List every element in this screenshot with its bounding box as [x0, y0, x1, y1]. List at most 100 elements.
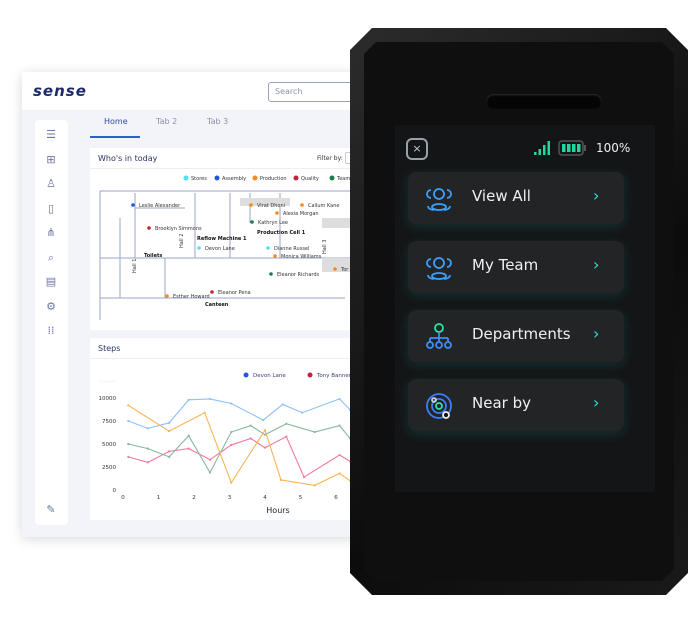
- whos-in-today-card: Who's in today Filter by: Stores Assembly…: [90, 148, 390, 330]
- person-marker: [147, 226, 151, 230]
- legend-label: Devon Lane: [253, 373, 286, 379]
- y-tick-label: 0: [113, 488, 117, 494]
- legend-label: Tony Banner: [316, 373, 352, 379]
- legend-dot: [252, 175, 258, 181]
- report-icon[interactable]: ▤: [43, 275, 59, 289]
- user-icon[interactable]: ♙: [43, 177, 59, 191]
- data-point: [187, 434, 190, 437]
- chevron-right-icon: ›: [593, 186, 600, 205]
- y-tick-label: 7500: [102, 419, 116, 425]
- data-point: [187, 398, 190, 401]
- tab-2[interactable]: Tab 2: [156, 117, 177, 126]
- device-screen: × 100% View All › My Team › Departments …: [395, 125, 655, 492]
- person-name: Tor: [340, 267, 349, 273]
- floor-plan: Stores Assembly Production Quality Team Toile…: [99, 175, 362, 320]
- folder-search-icon[interactable]: ⌕: [43, 251, 59, 265]
- hierarchy-icon[interactable]: ⋔: [43, 226, 59, 240]
- person-name: Alexia Morgan: [283, 211, 319, 217]
- person-marker: [197, 246, 201, 250]
- y-tick-label: 2500: [102, 465, 116, 471]
- data-point: [146, 461, 149, 464]
- person-marker: [250, 220, 254, 224]
- my-team-button[interactable]: My Team ›: [408, 241, 624, 293]
- data-point: [127, 442, 130, 446]
- radar-icon: [426, 393, 452, 419]
- active-tab-indicator: [90, 136, 140, 138]
- data-point: [263, 429, 267, 432]
- gear-icon[interactable]: ⚙: [43, 300, 59, 314]
- x-axis-label: Hours: [266, 506, 289, 515]
- team-icon: [426, 257, 452, 280]
- tablet-icon[interactable]: ▯: [43, 202, 59, 216]
- legend-label: Assembly: [222, 176, 246, 182]
- area-label: Canteen: [205, 302, 229, 308]
- person-marker: [210, 290, 214, 294]
- legend-dot: [329, 175, 335, 181]
- data-point: [146, 427, 149, 430]
- menu-label: Departments: [472, 325, 571, 343]
- data-point: [313, 430, 316, 434]
- area-label: Hall 2: [179, 234, 185, 248]
- tab-home[interactable]: Home: [104, 117, 128, 126]
- legend-dot: [293, 175, 299, 181]
- tab-3[interactable]: Tab 3: [207, 117, 228, 126]
- x-tick-label: 1: [157, 495, 161, 501]
- data-point: [127, 419, 130, 423]
- data-point: [279, 478, 283, 481]
- apps-icon[interactable]: ⁞⁞: [43, 324, 59, 338]
- signal-icon: [534, 141, 550, 155]
- close-icon[interactable]: ×: [406, 138, 428, 160]
- legend-dot: [307, 372, 313, 378]
- data-point: [168, 455, 171, 458]
- grid-icon[interactable]: ⊞: [43, 153, 59, 167]
- data-point: [249, 424, 252, 427]
- near-by-button[interactable]: Near by ›: [408, 379, 624, 431]
- person-marker: [333, 267, 337, 271]
- data-point: [262, 418, 265, 422]
- legend-label: Quality: [301, 176, 319, 182]
- x-tick-label: 6: [334, 495, 338, 501]
- steps-card: Steps 0 2500 5000 7500 10000 0 1 2 3 4 5 6 Hours Spee…: [90, 338, 390, 520]
- logo: sense: [33, 82, 87, 100]
- edit-icon[interactable]: ✎: [43, 503, 59, 517]
- legend-label: Team: [336, 176, 350, 182]
- data-point: [281, 403, 284, 406]
- person-marker: [273, 254, 277, 258]
- data-point: [302, 476, 306, 479]
- battery-percent: 100%: [596, 141, 631, 155]
- data-point: [127, 455, 130, 458]
- area-label: Production Cell 1: [257, 230, 306, 236]
- menu-icon[interactable]: ☰: [43, 128, 59, 142]
- data-point: [338, 424, 341, 427]
- menu-label: View All: [472, 187, 531, 205]
- departments-button[interactable]: Departments ›: [408, 310, 624, 362]
- y-axis-label: Speed: [98, 379, 115, 385]
- person-marker: [266, 246, 270, 250]
- data-point: [208, 471, 212, 474]
- x-tick-label: 0: [121, 495, 125, 501]
- data-point: [208, 397, 212, 401]
- data-point: [168, 430, 171, 433]
- person-name: Virat Dhoni: [257, 203, 285, 209]
- legend-label: Production: [260, 176, 287, 182]
- view-all-button[interactable]: View All ›: [408, 172, 624, 224]
- top-bar: sense Search: [22, 72, 382, 110]
- chevron-right-icon: ›: [593, 255, 600, 274]
- series-line: [128, 423, 351, 474]
- data-point: [168, 450, 171, 453]
- steps-chart: 0 2500 5000 7500 10000 0 1 2 3 4 5 6 Hours Speed Devon…: [98, 372, 377, 515]
- data-point: [249, 437, 252, 440]
- person-name: Eleanor Richards: [277, 272, 320, 278]
- speaker-slot: [486, 94, 602, 109]
- person-name: Monica Williams: [281, 254, 322, 260]
- sidebar: ☰ ⊞ ♙ ▯ ⋔ ⌕ ▤ ⚙ ⁞⁞ ✎: [35, 120, 68, 525]
- person-name: Esther Howard: [173, 294, 210, 300]
- data-point: [146, 447, 149, 450]
- data-point: [230, 443, 233, 447]
- data-point: [285, 422, 288, 425]
- battery-icon: [558, 140, 586, 156]
- person-marker: [275, 211, 279, 215]
- person-marker: [249, 203, 253, 207]
- person-name: Leslie Alexander: [139, 203, 181, 209]
- person-marker: [300, 203, 304, 207]
